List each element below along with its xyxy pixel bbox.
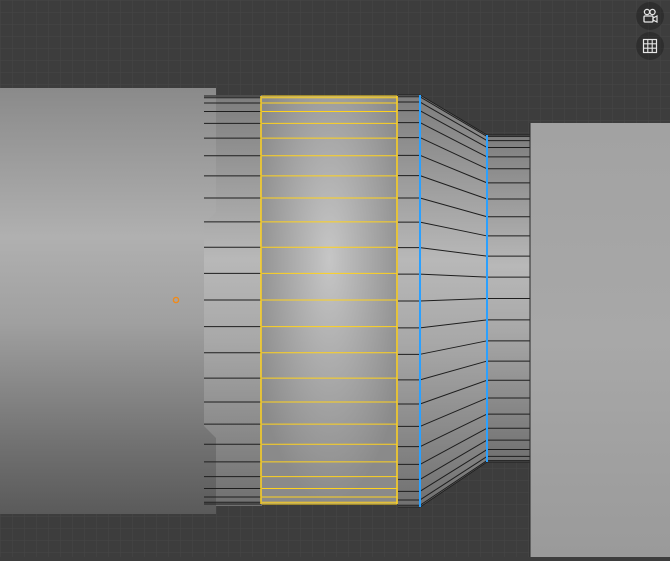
- camera-view-button[interactable]: [636, 2, 664, 30]
- viewport-canvas[interactable]: [0, 0, 670, 557]
- 3d-viewport[interactable]: [0, 0, 670, 557]
- camera-view-icon: [643, 8, 658, 23]
- mesh-left-cylinder[interactable]: [0, 88, 216, 514]
- toggle-ortho-button[interactable]: [636, 32, 664, 60]
- ortho-grid-icon: [642, 38, 658, 54]
- mesh-right-cylinder[interactable]: [530, 123, 670, 557]
